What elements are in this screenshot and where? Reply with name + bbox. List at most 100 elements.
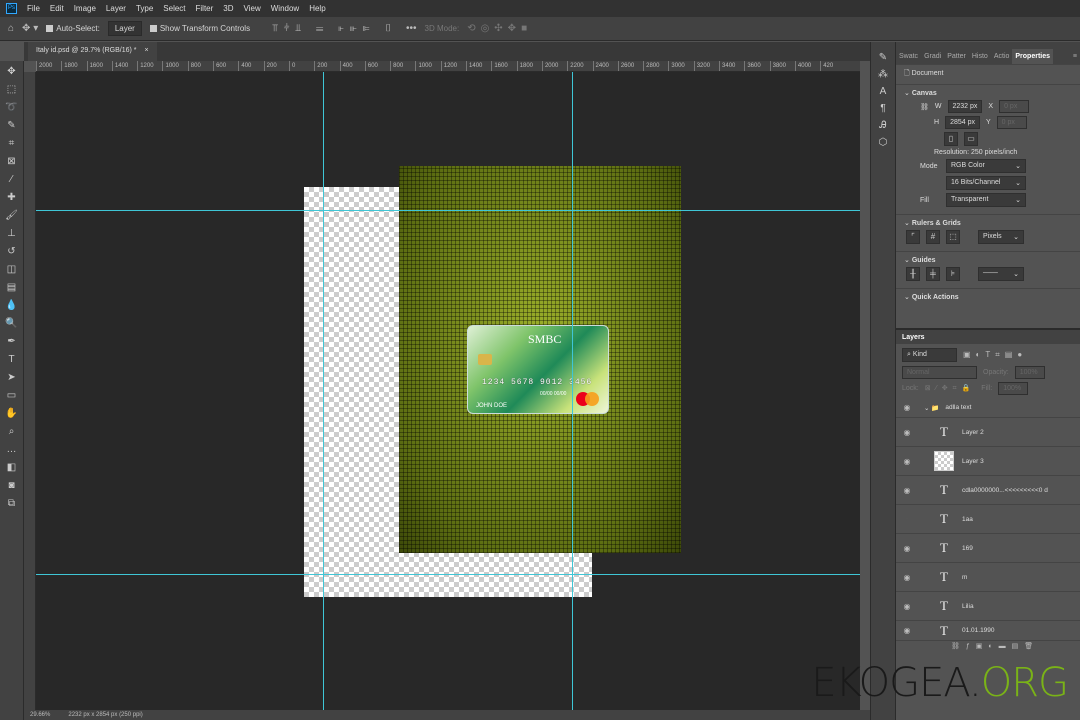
menu-window[interactable]: Window [271,4,299,13]
fill-opacity-field[interactable]: 100% [998,382,1029,395]
visibility-eye-icon[interactable]: ◉ [896,573,918,582]
auto-select-target-dropdown[interactable]: Layer [107,21,142,36]
document-tab[interactable]: Italy id.psd @ 29.7% (RGB/16) * × [28,42,157,61]
tab-actions[interactable]: Actio [991,49,1013,64]
move-tool-icon[interactable]: ✥ ▾ [22,23,38,34]
layer-filter-kind[interactable]: ⌕ Kind [902,348,957,362]
grid-toggle-icon[interactable]: # [926,230,940,244]
lock-guides-icon[interactable]: ╪ [926,267,940,281]
lock-icons[interactable]: ⊠⁄✥⌗🔒 [925,384,976,393]
ruler-unit-dropdown[interactable]: Pixels ⌄ [978,230,1024,244]
character-icon[interactable]: A [880,86,887,97]
guide-horizontal[interactable] [36,574,860,575]
quick-select-tool-icon[interactable]: ✎ [3,117,21,135]
layer-row[interactable]: ◉ T 01.01.1990 [896,621,1080,641]
visibility-eye-icon[interactable]: ◉ [896,544,918,553]
zoom-level[interactable]: 29.66% [30,712,50,718]
guide-style-dropdown[interactable]: ─── ⌄ [978,267,1024,281]
close-tab-icon[interactable]: × [144,47,148,54]
guide-vertical[interactable] [323,72,324,710]
path-selection-tool-icon[interactable]: ➤ [3,369,21,387]
healing-brush-tool-icon[interactable]: ✚ [3,189,21,207]
lasso-tool-icon[interactable]: ➰ [3,99,21,117]
eraser-tool-icon[interactable]: ◫ [3,261,21,279]
quick-actions-title[interactable]: ⌄ Quick Actions [904,293,1072,301]
tab-history[interactable]: Histo [969,49,991,64]
more-tools-icon[interactable]: … [3,441,21,459]
type-tool-icon[interactable]: T [3,351,21,369]
layer-row[interactable]: ◉ Tm [896,563,1080,592]
layer-row[interactable]: ◉ T Layer 2 [896,418,1080,447]
visibility-eye-icon[interactable]: ◉ [896,403,918,412]
menu-image[interactable]: Image [74,4,96,13]
width-field[interactable]: 2232 px [947,100,983,113]
pixel-grid-icon[interactable]: ⬚ [946,230,960,244]
fill-dropdown[interactable]: Transparent ⌄ [946,193,1026,207]
menu-help[interactable]: Help [309,4,325,13]
home-icon[interactable]: ⌂ [8,23,14,34]
blend-mode-dropdown[interactable]: Normal [902,366,977,379]
bit-depth-dropdown[interactable]: 16 Bits/Channel ⌄ [946,176,1026,190]
visibility-eye-icon[interactable]: ◉ [896,626,918,635]
horizontal-ruler[interactable]: 2000 1800 1600 1400 1200 1000 800 600 400 200 0 200… [36,61,860,72]
y-field[interactable]: 0 px [996,116,1027,129]
opacity-field[interactable]: 100% [1014,366,1045,379]
menu-filter[interactable]: Filter [196,4,214,13]
panel-menu-icon[interactable]: ≡ [1070,49,1080,64]
visibility-eye-icon[interactable]: ◉ [896,486,918,495]
brush-settings-icon[interactable]: ✎ [879,52,887,63]
layers-footer-icons[interactable]: ⛓ƒ▣◐▬▤🗑 [951,642,1080,650]
visibility-eye-icon[interactable]: ◉ [896,602,918,611]
canvas-section-title[interactable]: ⌄ Canvas [904,89,1072,97]
layers-tab[interactable]: Layers [902,334,925,341]
guide-horizontal[interactable] [36,210,860,211]
mode-dropdown[interactable]: RGB Color ⌄ [946,159,1026,173]
align-icons[interactable]: ⫪⫩⫫ ☰ ⊩⊪⊫ ▯ [272,23,398,34]
x-field[interactable]: 0 px [999,100,1030,113]
menu-type[interactable]: Type [136,4,153,13]
tab-gradients[interactable]: Gradi [921,49,944,64]
blur-tool-icon[interactable]: 💧 [3,297,21,315]
gradient-tool-icon[interactable]: ▤ [3,279,21,297]
menu-select[interactable]: Select [163,4,185,13]
move-tool-icon[interactable]: ✥ [3,63,21,81]
new-guide-icon[interactable]: ⊧ [946,267,960,281]
screen-mode-icon[interactable]: ⧉ [3,495,21,513]
show-transform-checkbox[interactable]: Show Transform Controls [149,24,250,33]
layer-group-row[interactable]: ◉ ⌄ 📁 adlla text [896,398,1080,418]
menu-file[interactable]: File [27,4,40,13]
eyedropper-tool-icon[interactable]: ⁄ [3,171,21,189]
color-swatches-icon[interactable]: ◧ [3,459,21,477]
menu-3d[interactable]: 3D [223,4,233,13]
visibility-eye-icon[interactable]: ◉ [896,428,918,437]
guides-section-title[interactable]: ⌄ Guides [904,256,1072,264]
glyphs-icon[interactable]: Ꭿ [879,120,886,131]
dodge-tool-icon[interactable]: 🔍 [3,315,21,333]
frame-tool-icon[interactable]: ⊠ [3,153,21,171]
layer-row[interactable]: ◉ Layer 3 [896,447,1080,476]
visibility-eye-icon[interactable]: ◉ [896,457,918,466]
3d-icon[interactable]: ⬡ [879,137,888,148]
more-options-icon[interactable]: ••• [406,23,417,34]
portrait-orientation-icon[interactable]: ▯ [944,132,958,146]
tab-properties[interactable]: Properties [1012,49,1054,64]
paragraph-icon[interactable]: ¶ [880,103,885,114]
layer-row[interactable]: ◉ T Lilia [896,592,1080,621]
tab-patterns[interactable]: Patter [944,49,969,64]
menu-edit[interactable]: Edit [50,4,64,13]
vertical-ruler[interactable] [24,72,36,710]
canvas-area[interactable]: SMBC 1234 5678 9012 3456 00/00 00/00 JOH… [36,72,860,710]
hand-tool-icon[interactable]: ✋ [3,405,21,423]
guide-vertical[interactable] [572,72,573,710]
brush-tool-icon[interactable]: 🖌 [3,207,21,225]
pen-tool-icon[interactable]: ✒ [3,333,21,351]
crop-tool-icon[interactable]: ⌗ [3,135,21,153]
landscape-orientation-icon[interactable]: ▭ [964,132,978,146]
menu-layer[interactable]: Layer [106,4,126,13]
marquee-tool-icon[interactable]: ⬚ [3,81,21,99]
menu-view[interactable]: View [244,4,261,13]
ruler-toggle-icon[interactable]: ⌜ [906,230,920,244]
layer-filter-icons[interactable]: ▣◐T⌗▤● [963,350,1027,360]
zoom-tool-icon[interactable]: ⌕ [3,423,21,441]
guides-toggle-icon[interactable]: ╫ [906,267,920,281]
